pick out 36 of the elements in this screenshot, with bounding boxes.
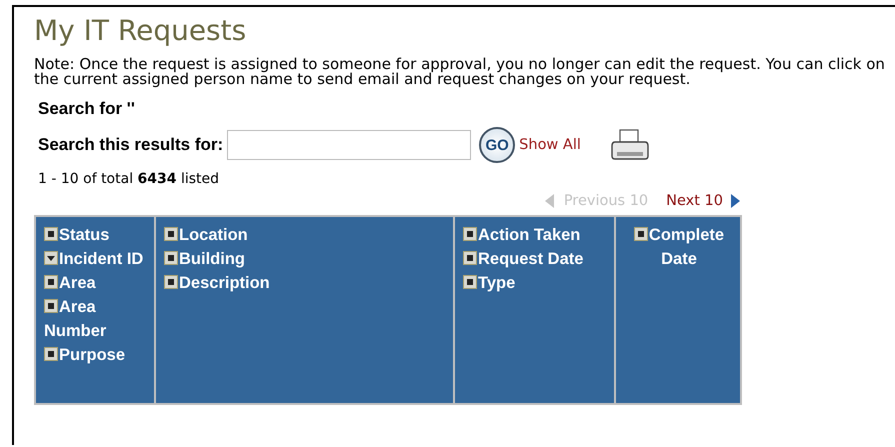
search-for-label: Search for '' bbox=[38, 99, 135, 119]
sort-link[interactable]: Complete Date bbox=[624, 223, 734, 271]
sort-link[interactable]: Area bbox=[44, 271, 148, 295]
square-icon[interactable] bbox=[164, 227, 178, 241]
sort-link[interactable]: Purpose bbox=[44, 343, 148, 367]
sort-link[interactable]: Area Number bbox=[44, 295, 148, 343]
sort-link[interactable]: Status bbox=[44, 223, 148, 247]
square-icon[interactable] bbox=[463, 227, 477, 241]
square-icon[interactable] bbox=[164, 275, 178, 289]
sort-link[interactable]: Request Date bbox=[463, 247, 608, 271]
square-icon[interactable] bbox=[634, 227, 648, 241]
search-label: Search this results for: bbox=[38, 135, 224, 155]
square-icon[interactable] bbox=[164, 251, 178, 265]
square-icon[interactable] bbox=[44, 227, 58, 241]
square-icon[interactable] bbox=[463, 251, 477, 265]
sort-link[interactable]: Incident ID bbox=[44, 247, 148, 271]
sort-link[interactable]: Building bbox=[164, 247, 447, 271]
square-icon[interactable] bbox=[44, 275, 58, 289]
page-title: My IT Requests bbox=[34, 13, 248, 49]
square-icon[interactable] bbox=[463, 275, 477, 289]
right-arrow-icon bbox=[731, 194, 740, 208]
note-text: Note: Once the request is assigned to someone for approval, you no longer can edit the request. You can click on the current assigned person name to send email and request changes on your request. bbox=[34, 57, 886, 87]
previous-link: Previous 10 bbox=[544, 193, 648, 209]
sort-link[interactable]: Action Taken bbox=[463, 223, 608, 247]
next-link[interactable]: Next 10 bbox=[666, 193, 740, 209]
sort-link[interactable]: Location bbox=[164, 223, 447, 247]
printer-icon[interactable] bbox=[610, 128, 649, 162]
sort-link[interactable]: Description bbox=[164, 271, 447, 295]
search-field[interactable] bbox=[227, 130, 472, 160]
square-icon[interactable] bbox=[44, 299, 58, 313]
go-button[interactable]: GO bbox=[479, 127, 516, 163]
left-arrow-icon bbox=[544, 194, 554, 208]
results-count: 1 - 10 of total 6434 listed bbox=[38, 171, 220, 187]
sort-link[interactable]: Type bbox=[463, 271, 608, 295]
show-all-link[interactable]: Show All bbox=[519, 137, 581, 153]
square-icon[interactable] bbox=[44, 347, 58, 361]
